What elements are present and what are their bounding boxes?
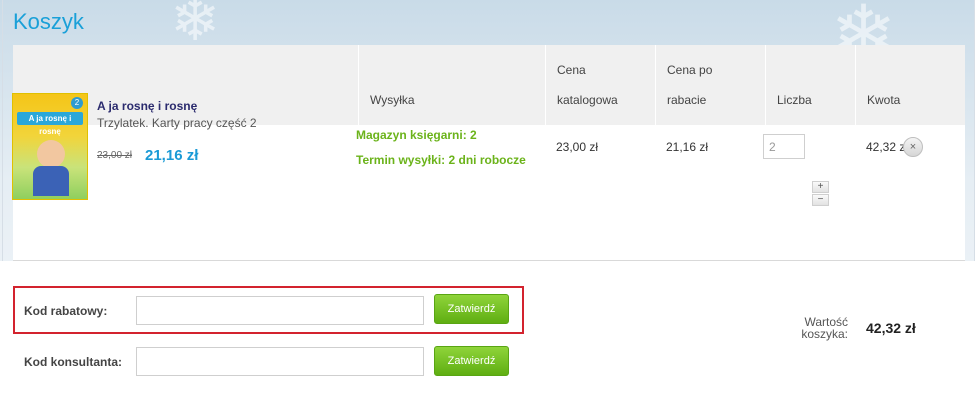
item-amount: 42,32 zł — [866, 140, 909, 154]
remove-item-button[interactable]: × — [903, 137, 923, 157]
header-shipping: Wysyłka — [358, 45, 545, 125]
cover-number: 2 — [71, 97, 83, 109]
quantity-input[interactable] — [763, 134, 805, 159]
product-cover-image[interactable]: 2 A ja rosnę i rosnę — [12, 93, 88, 200]
consultant-submit-button[interactable]: Zatwierdź — [434, 346, 509, 376]
page-title: Koszyk — [13, 9, 84, 34]
discount-code-label: Kod rabatowy: — [24, 304, 108, 318]
product-description: Trzylatek. Karty pracy część 2 — [97, 116, 257, 130]
discount-submit-button[interactable]: Zatwierdź — [434, 294, 509, 324]
cover-title: A ja rosnę i rosnę — [17, 112, 83, 136]
cart-total-label: Wartość koszyka: — [801, 315, 848, 341]
cover-illustration — [37, 140, 65, 168]
discount-price: 21,16 zł — [666, 140, 709, 154]
discount-code-input[interactable] — [136, 296, 424, 325]
consultant-code-input[interactable] — [136, 347, 424, 376]
product-name-link[interactable]: A ja rosnę i rosnę — [97, 99, 197, 113]
table-header: Produkt Wysyłka Cena katalogowa Cena po … — [13, 45, 965, 125]
header-catalog-price: Cena katalogowa — [545, 45, 655, 125]
product-old-price: 23,00 zł — [97, 150, 133, 161]
header-discount-price: Cena po rabacie — [655, 45, 765, 125]
consultant-code-label: Kod konsultanta: — [24, 355, 122, 369]
header-amount: Kwota — [855, 45, 965, 125]
header-quantity: Liczba — [765, 45, 855, 125]
catalog-price: 23,00 zł — [556, 140, 599, 154]
quantity-increase-button[interactable]: + — [812, 181, 829, 193]
cart-total-value: 42,32 zł — [866, 320, 916, 336]
product-new-price: 21,16 zł — [145, 147, 199, 164]
cover-illustration — [33, 166, 69, 196]
quantity-decrease-button[interactable]: − — [812, 194, 829, 206]
delivery-time: Termin wysyłki: 2 dni robocze — [356, 153, 526, 167]
stock-info: Magazyn księgarni: 2 — [356, 128, 477, 142]
